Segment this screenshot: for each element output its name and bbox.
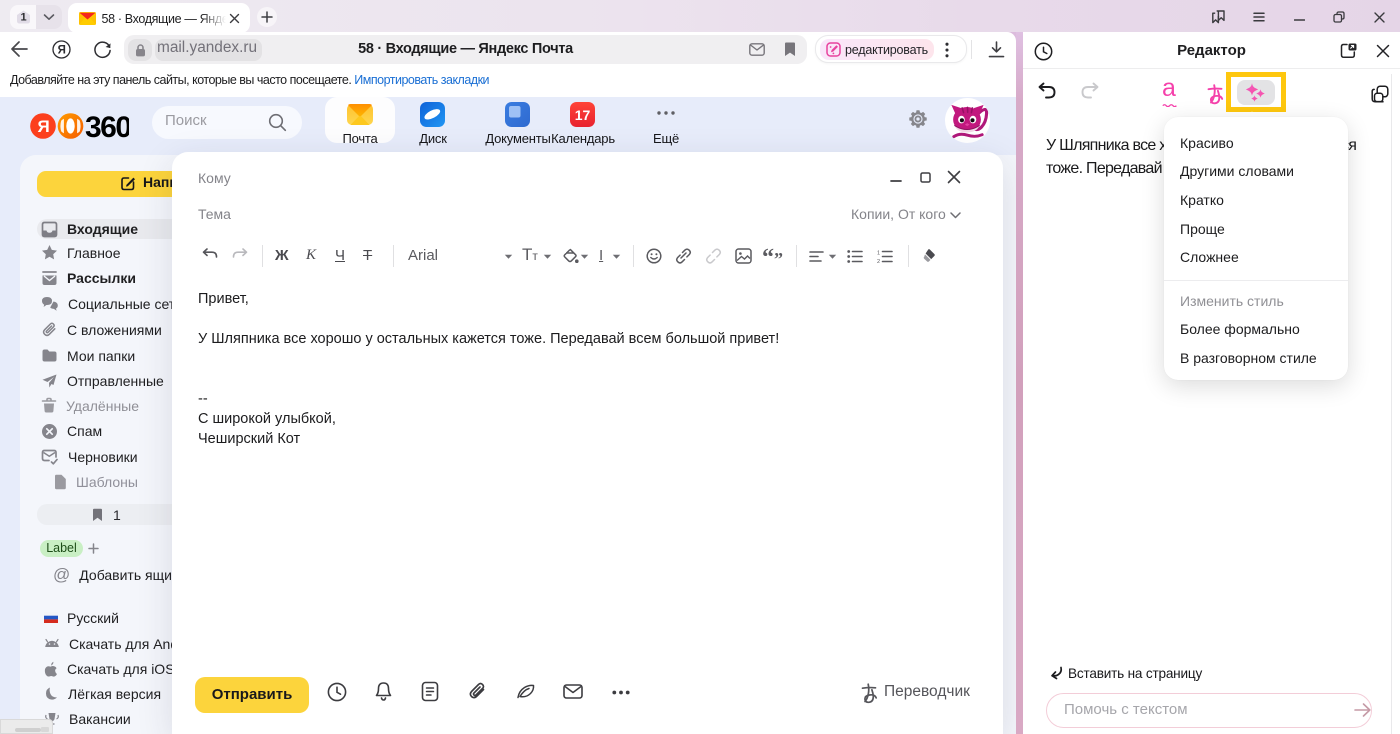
- svg-text:1: 1: [20, 12, 26, 24]
- svg-text:1: 1: [877, 251, 880, 257]
- svg-text:17: 17: [575, 107, 591, 123]
- svg-text:2: 2: [877, 259, 880, 263]
- svg-text:360: 360: [85, 111, 129, 144]
- svg-text:Я: Я: [37, 117, 49, 136]
- svg-text:Я: Я: [58, 45, 66, 57]
